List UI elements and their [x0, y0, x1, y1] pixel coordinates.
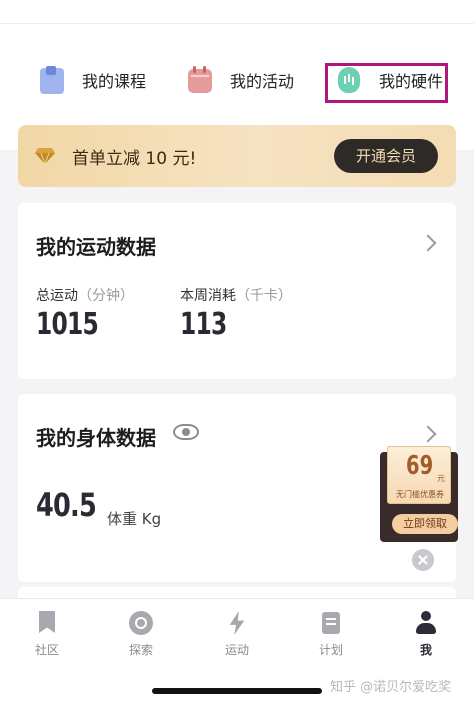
weekly-burn-value: 113	[180, 307, 227, 342]
tab-explore[interactable]: 探索	[106, 611, 176, 663]
chevron-right-icon[interactable]	[419, 234, 437, 252]
tab-sport[interactable]: 运动	[202, 611, 272, 663]
weight-unit-label: 体重 Kg	[107, 510, 162, 528]
hardware-highlight-box	[325, 63, 448, 103]
sport-data-title: 我的运动数据	[36, 235, 156, 259]
bolt-icon	[225, 611, 249, 635]
my-activities-label: 我的活动	[230, 72, 295, 91]
coupon-card: 69 元 无门槛优惠券	[387, 446, 451, 504]
coupon-currency: 元	[437, 474, 445, 483]
diamond-icon	[35, 148, 55, 165]
weight-value: 40.5	[36, 486, 97, 524]
open-membership-button[interactable]: 开通会员	[334, 139, 438, 173]
plan-icon	[319, 611, 343, 635]
tab-community-label: 社区	[34, 643, 59, 657]
calendar-icon	[188, 66, 214, 94]
vip-banner[interactable]: 首单立减 10 元! 开通会员	[18, 125, 456, 187]
explore-icon	[129, 611, 153, 635]
tab-explore-label: 探索	[128, 643, 153, 657]
body-data-title: 我的身体数据	[36, 426, 156, 450]
my-courses-label: 我的课程	[82, 72, 147, 91]
tab-me-label: 我	[419, 643, 432, 657]
chevron-right-icon[interactable]	[419, 425, 437, 443]
my-courses-link[interactable]: 我的课程	[40, 62, 146, 98]
status-bar-area	[0, 0, 474, 24]
coupon-popup[interactable]: 69 元 无门槛优惠券 立即领取	[380, 446, 458, 542]
close-icon[interactable]	[412, 549, 434, 571]
course-icon	[40, 66, 66, 94]
tab-plan-label: 计划	[318, 643, 343, 657]
total-exercise-value: 1015	[36, 307, 99, 342]
profile-icon	[414, 611, 438, 635]
tab-me[interactable]: 我	[391, 611, 461, 663]
bookmark-icon	[35, 611, 59, 635]
weekly-burn-label: 本周消耗（千卡）	[180, 288, 292, 304]
total-exercise-label: 总运动（分钟）	[36, 288, 134, 304]
tab-plan[interactable]: 计划	[296, 611, 366, 663]
tab-community[interactable]: 社区	[12, 611, 82, 663]
claim-coupon-button[interactable]: 立即领取	[392, 514, 458, 534]
sport-data-card[interactable]: 我的运动数据 总运动（分钟） 1015 本周消耗（千卡） 113	[18, 203, 456, 379]
coupon-description: 无门槛优惠券	[396, 490, 444, 499]
my-activities-link[interactable]: 我的活动	[188, 62, 294, 98]
coupon-amount: 69	[406, 451, 434, 481]
tab-sport-label: 运动	[224, 643, 249, 657]
watermark: 知乎 @诺贝尔爱吃奖	[330, 680, 452, 695]
profile-page: 我的课程 我的活动 我的硬件 首单立减 10 元! 开通会员 我的运动数据 总运…	[0, 0, 474, 705]
home-indicator[interactable]	[152, 688, 322, 694]
eye-icon[interactable]	[173, 424, 199, 440]
vip-promo-text: 首单立减 10 元!	[72, 149, 197, 169]
